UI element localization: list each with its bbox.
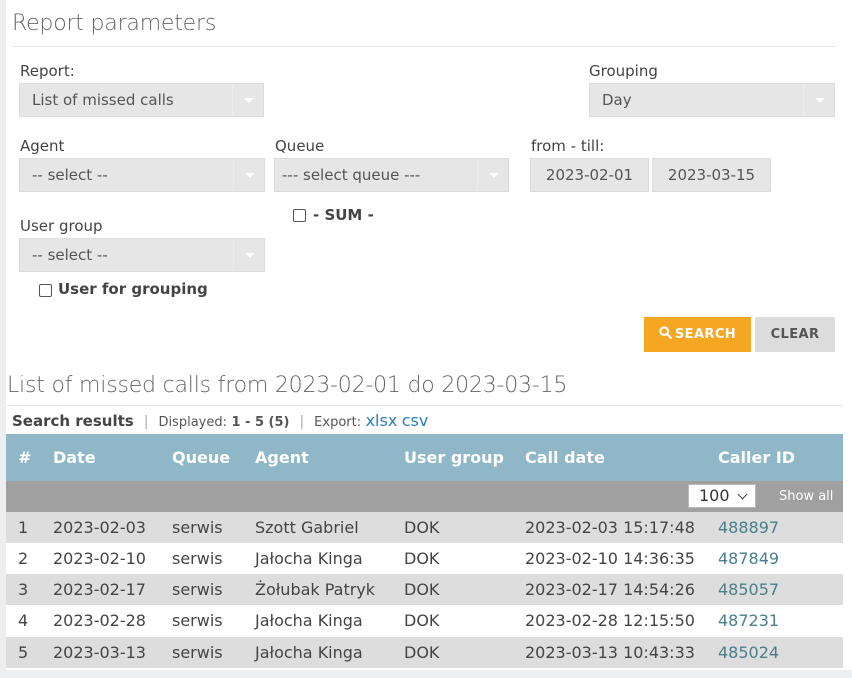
- grouping-select-value: Day: [602, 91, 632, 109]
- cell-queue: serwis: [172, 611, 223, 630]
- cell-caller-id-link[interactable]: 485024: [718, 637, 779, 668]
- results-meta: Search results | Displayed: 1 - 5 (5) | Expo…: [12, 411, 429, 430]
- cell-agent: Szott Gabriel: [255, 518, 359, 537]
- agent-label: Agent: [20, 137, 65, 155]
- cell-call-date: 2023-02-17 14:54:26: [525, 580, 695, 599]
- report-label: Report:: [20, 62, 75, 80]
- cell-date: 2023-02-03: [53, 518, 146, 537]
- column-header[interactable]: Queue: [172, 434, 230, 481]
- table-row: 1 2023-02-03 serwis Szott Gabriel DOK 20…: [6, 512, 843, 543]
- user-for-grouping-checkbox[interactable]: [39, 284, 52, 297]
- cell-agent: Jałocha Kinga: [255, 643, 363, 662]
- show-all-link[interactable]: Show all: [779, 481, 833, 512]
- cell-date: 2023-02-10: [53, 549, 146, 568]
- cell-queue: serwis: [172, 518, 223, 537]
- search-icon: [659, 326, 673, 340]
- report-select-value: List of missed calls: [32, 91, 174, 109]
- export-csv-link[interactable]: csv: [402, 411, 429, 430]
- table-row: 3 2023-02-17 serwis Żołubak Patryk DOK 2…: [6, 574, 843, 605]
- cell-user-group: DOK: [404, 549, 440, 568]
- search-results-label: Search results: [12, 412, 134, 430]
- cell-caller-id-link[interactable]: 485057: [718, 574, 779, 605]
- cell-agent: Żołubak Patryk: [255, 580, 376, 599]
- chevron-down-icon: [232, 84, 263, 116]
- displayed-label: Displayed:: [158, 415, 227, 430]
- chevron-down-icon: [233, 239, 264, 271]
- column-header[interactable]: Date: [53, 434, 96, 481]
- grouping-label: Grouping: [589, 62, 658, 80]
- cell-call-date: 2023-03-13 10:43:33: [525, 643, 695, 662]
- cell-caller-id-link[interactable]: 487231: [718, 605, 779, 636]
- chevron-down-icon: [477, 159, 508, 191]
- column-header[interactable]: Caller ID: [718, 434, 795, 481]
- cell-agent: Jałocha Kinga: [255, 549, 363, 568]
- cell-number: 1: [18, 518, 29, 537]
- displayed-value: 1 - 5 (5): [231, 415, 290, 430]
- table-header: # Date Queue Agent User group Call date …: [6, 434, 843, 481]
- agent-select-value: -- select --: [32, 166, 108, 184]
- cell-user-group: DOK: [404, 580, 440, 599]
- cell-queue: serwis: [172, 549, 223, 568]
- cell-call-date: 2023-02-28 12:15:50: [525, 611, 695, 630]
- clear-button[interactable]: CLEAR: [755, 317, 835, 352]
- divider: [12, 46, 836, 47]
- cell-queue: serwis: [172, 643, 223, 662]
- usergroup-label: User group: [20, 217, 103, 235]
- export-label: Export:: [314, 415, 362, 430]
- cell-number: 2: [18, 549, 29, 568]
- cell-caller-id-link[interactable]: 487849: [718, 543, 779, 574]
- cell-queue: serwis: [172, 580, 223, 599]
- divider: [7, 405, 843, 406]
- chevron-down-icon: [803, 84, 834, 116]
- cell-call-date: 2023-02-03 15:17:48: [525, 518, 695, 537]
- table-row: 2 2023-02-10 serwis Jałocha Kinga DOK 20…: [6, 543, 843, 574]
- column-header[interactable]: Agent: [255, 434, 309, 481]
- sum-label: - SUM -: [313, 206, 374, 224]
- per-page-select[interactable]: 100: [688, 484, 756, 508]
- grouping-select[interactable]: Day: [589, 83, 835, 117]
- cell-agent: Jałocha Kinga: [255, 611, 363, 630]
- report-parameters-title: Report parameters: [12, 11, 217, 36]
- cell-call-date: 2023-02-10 14:36:35: [525, 549, 695, 568]
- column-header[interactable]: Call date: [525, 434, 605, 481]
- report-select[interactable]: List of missed calls: [19, 83, 264, 117]
- results-title: List of missed calls from 2023-02-01 do …: [7, 373, 568, 398]
- date-from-input[interactable]: 2023-02-01: [530, 158, 649, 192]
- cell-date: 2023-03-13: [53, 643, 146, 662]
- cell-date: 2023-02-17: [53, 580, 146, 599]
- cell-user-group: DOK: [404, 643, 440, 662]
- cell-number: 4: [18, 611, 29, 630]
- cell-user-group: DOK: [404, 611, 440, 630]
- search-button[interactable]: SEARCH: [644, 317, 751, 352]
- cell-number: 3: [18, 580, 29, 599]
- range-label: from - till:: [531, 137, 605, 155]
- cell-caller-id-link[interactable]: 488897: [718, 512, 779, 543]
- chevron-down-icon: [233, 159, 264, 191]
- table-filter-row: 100 Show all: [6, 481, 843, 512]
- cell-date: 2023-02-28: [53, 611, 146, 630]
- queue-select-value: --- select queue ---: [282, 166, 421, 184]
- queue-label: Queue: [275, 137, 325, 155]
- bottom-border: [0, 670, 852, 678]
- date-till-input[interactable]: 2023-03-15: [652, 158, 771, 192]
- search-button-label: SEARCH: [674, 327, 737, 342]
- cell-number: 5: [18, 643, 29, 662]
- user-for-grouping-label: User for grouping: [58, 280, 208, 298]
- usergroup-select[interactable]: -- select --: [19, 238, 265, 272]
- column-header[interactable]: #: [18, 434, 31, 481]
- usergroup-select-value: -- select --: [32, 246, 108, 264]
- column-header[interactable]: User group: [404, 434, 504, 481]
- table-row: 4 2023-02-28 serwis Jałocha Kinga DOK 20…: [6, 605, 843, 636]
- agent-select[interactable]: -- select --: [19, 158, 265, 192]
- export-xlsx-link[interactable]: xlsx: [366, 411, 398, 430]
- cell-user-group: DOK: [404, 518, 440, 537]
- queue-select[interactable]: --- select queue ---: [274, 158, 509, 192]
- sum-checkbox[interactable]: [293, 209, 306, 222]
- table-row: 5 2023-03-13 serwis Jałocha Kinga DOK 20…: [6, 637, 843, 668]
